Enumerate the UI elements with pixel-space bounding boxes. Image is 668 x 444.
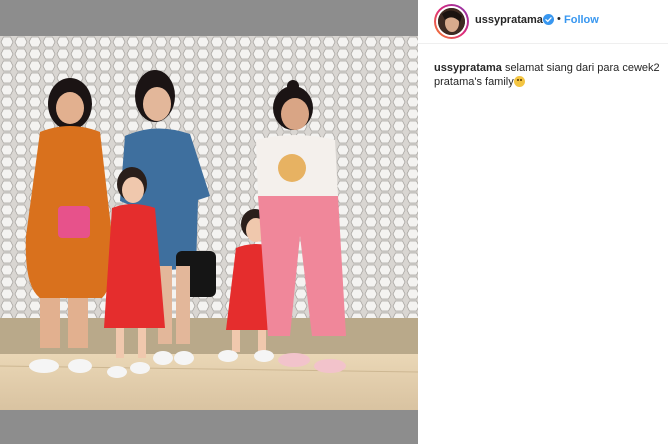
photo-letterbox-bottom <box>0 410 418 444</box>
grinning-face-emoji-icon <box>513 76 525 87</box>
profile-avatar[interactable] <box>434 4 469 39</box>
caption-username-link[interactable]: ussypratama <box>434 62 502 74</box>
username-link[interactable]: ussypratama <box>475 14 543 26</box>
verified-badge-icon <box>543 14 554 25</box>
post-caption: ussypratama selamat siang dari para cewe… <box>434 61 662 89</box>
post-sidebar: ussypratama • Follow ussypratama selamat… <box>418 0 668 444</box>
post-header: ussypratama • Follow <box>418 0 668 44</box>
post-photo[interactable] <box>0 36 418 410</box>
post-photo-pane[interactable] <box>0 0 418 444</box>
follow-button[interactable]: Follow <box>564 14 599 26</box>
photo-letterbox-top <box>0 0 418 36</box>
separator-dot: • <box>557 13 561 25</box>
avatar-photo <box>438 8 465 35</box>
